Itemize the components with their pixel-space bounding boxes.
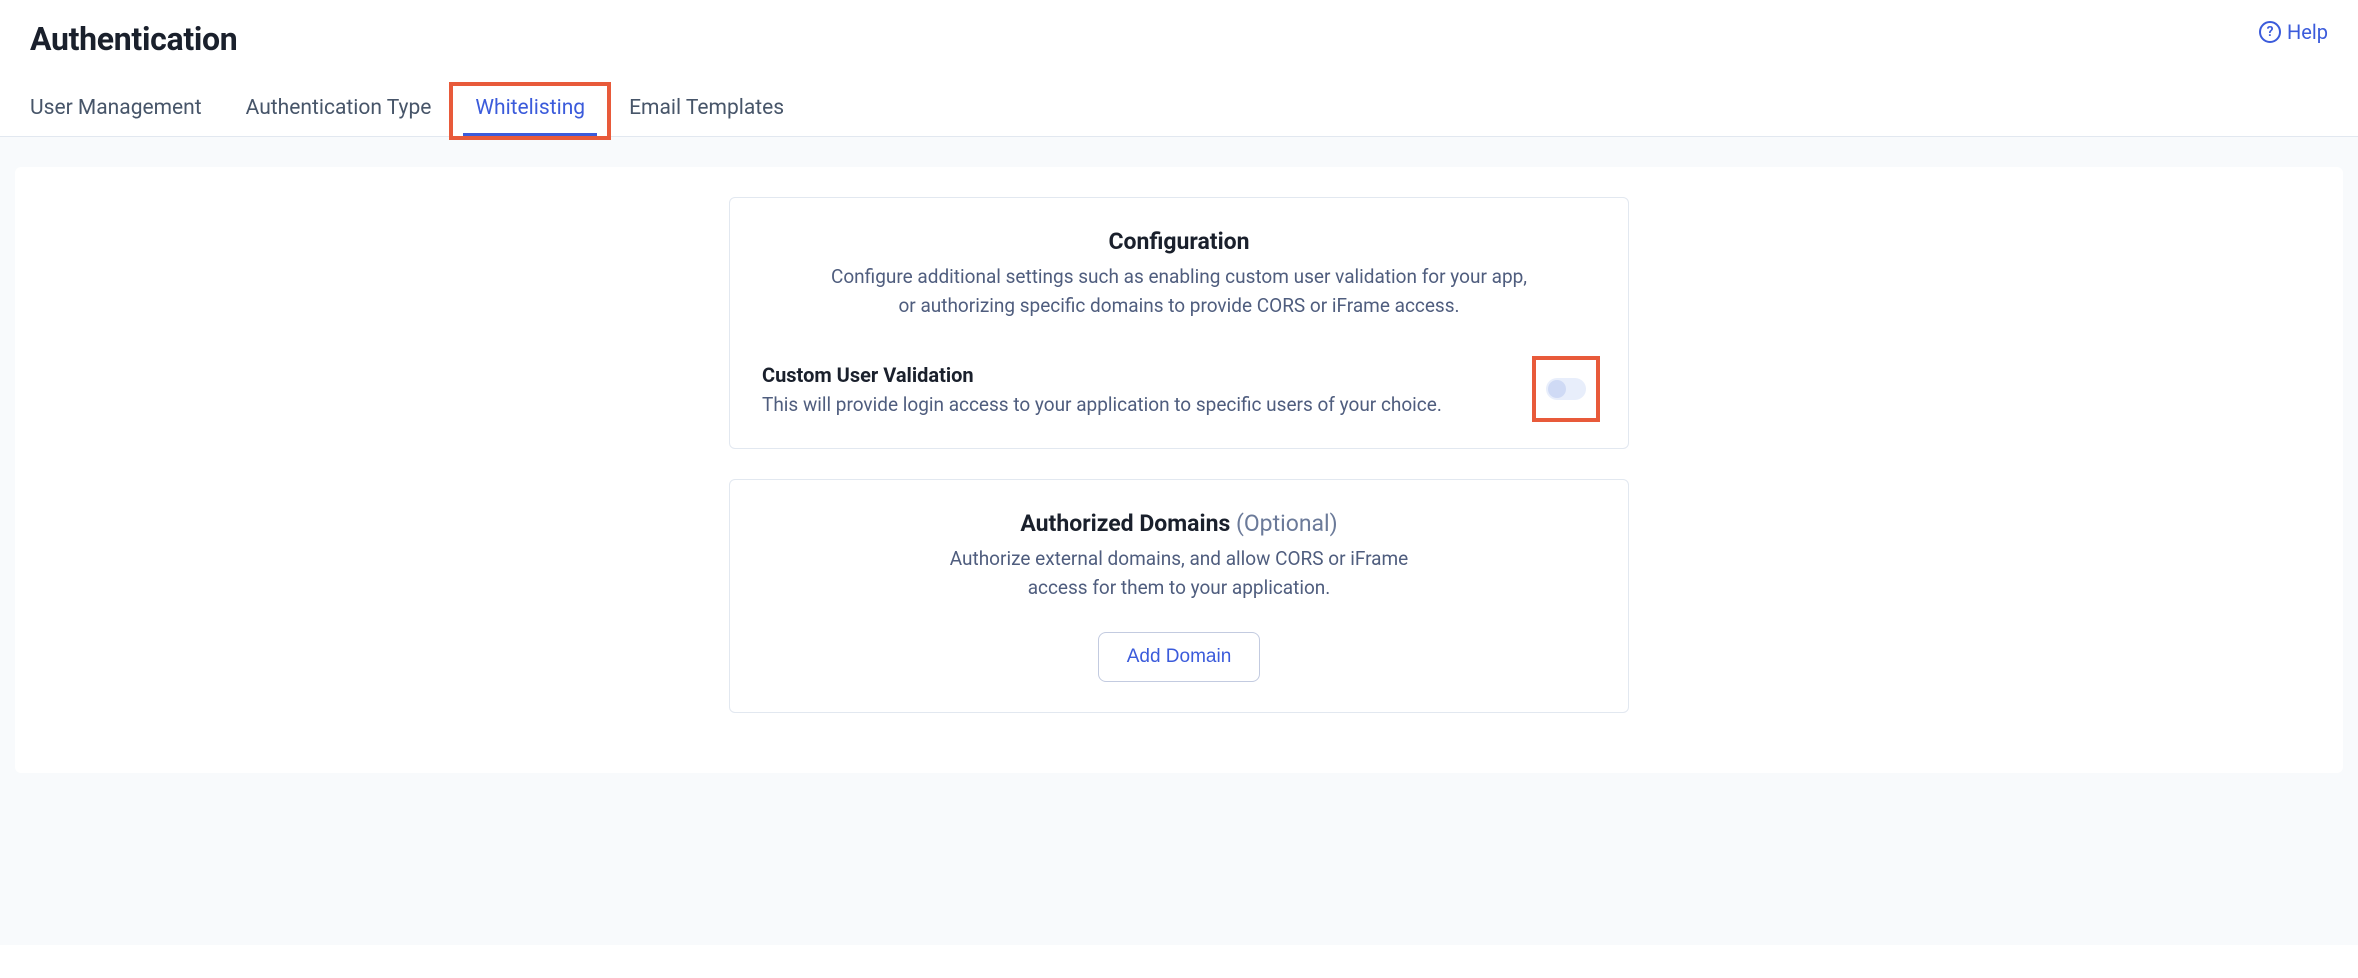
configuration-panel: Configuration Configure additional setti… bbox=[729, 197, 1629, 449]
authorized-domains-panel: Authorized Domains (Optional) Authorize … bbox=[729, 479, 1629, 713]
help-icon: ? bbox=[2259, 21, 2281, 43]
add-domain-button[interactable]: Add Domain bbox=[1098, 632, 1261, 682]
custom-validation-toggle-wrap bbox=[1536, 360, 1596, 418]
authorized-domains-title-strong: Authorized Domains bbox=[1020, 510, 1230, 537]
custom-validation-text: Custom User Validation This will provide… bbox=[762, 363, 1536, 416]
tab-email-templates[interactable]: Email Templates bbox=[607, 86, 806, 136]
help-link[interactable]: ? Help bbox=[2259, 20, 2328, 44]
custom-validation-desc: This will provide login access to your a… bbox=[762, 393, 1536, 416]
custom-validation-label: Custom User Validation bbox=[762, 363, 1536, 387]
tabs: User Management Authentication Type Whit… bbox=[0, 58, 2358, 137]
tab-authentication-type[interactable]: Authentication Type bbox=[224, 86, 454, 136]
content-inner: Configuration Configure additional setti… bbox=[15, 167, 2343, 773]
configuration-title: Configuration bbox=[762, 228, 1596, 255]
custom-validation-toggle[interactable] bbox=[1546, 378, 1586, 400]
authorized-domains-subtitle: Authorize external domains, and allow CO… bbox=[919, 545, 1439, 602]
configuration-subtitle: Configure additional settings such as en… bbox=[829, 263, 1529, 320]
tab-whitelisting[interactable]: Whitelisting bbox=[453, 86, 607, 136]
tab-user-management[interactable]: User Management bbox=[30, 86, 224, 136]
authorized-domains-title-optional: (Optional) bbox=[1230, 510, 1337, 537]
help-label: Help bbox=[2287, 20, 2328, 44]
toggle-knob-icon bbox=[1548, 380, 1566, 398]
content-area: Configuration Configure additional setti… bbox=[0, 137, 2358, 945]
authorized-domains-title: Authorized Domains (Optional) bbox=[762, 510, 1596, 537]
page-title: Authentication bbox=[30, 20, 237, 58]
custom-validation-row: Custom User Validation This will provide… bbox=[762, 360, 1596, 418]
